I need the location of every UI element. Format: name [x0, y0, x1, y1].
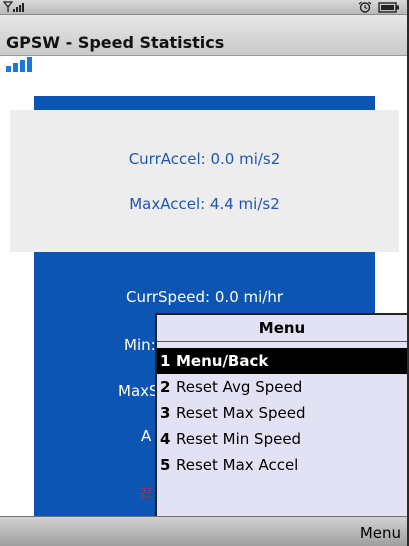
menu-item-label: Reset Avg Speed [176, 378, 303, 396]
gps-signal-bars-icon [6, 57, 32, 72]
accel-panel: CurrAccel: 0.0 mi/s2 MaxAccel: 4.4 mi/s2 [10, 110, 399, 252]
menu-item-number: 3 [160, 404, 171, 422]
max-speed-label: MaxS [118, 382, 159, 400]
menu-title: Menu [157, 315, 407, 342]
battery-icon [378, 2, 399, 13]
menu-item-reset-max-speed[interactable]: 3 Reset Max Speed [157, 400, 407, 426]
menu-item-number: 5 [160, 456, 171, 474]
options-menu: Menu 1 Menu/Back 2 Reset Avg Speed 3 Reset … [155, 313, 407, 516]
menu-item-reset-min-speed[interactable]: 4 Reset Min Speed [157, 426, 407, 452]
status-icons [358, 1, 399, 13]
menu-item-reset-avg-speed[interactable]: 2 Reset Avg Speed [157, 374, 407, 400]
menu-item-label: Reset Min Speed [176, 430, 302, 448]
phone-screen: GPSW - Speed Statistics CurrAccel: 0.0 m… [0, 0, 409, 546]
menu-item-label: Reset Max Speed [176, 404, 306, 422]
menu-item-back[interactable]: 1 Menu/Back [157, 348, 407, 374]
accel-panel-header [34, 96, 375, 110]
menu-item-reset-max-accel[interactable]: 5 Reset Max Accel [157, 452, 407, 478]
signal-strength-icon [3, 1, 24, 12]
curr-accel-label: CurrAccel: 0.0 mi/s2 [128, 150, 281, 168]
title-bar: GPSW - Speed Statistics [0, 15, 407, 56]
menu-item-label: Menu/Back [176, 352, 269, 370]
alarm-clock-icon [358, 1, 372, 13]
exit-icon: ☷ [140, 486, 153, 502]
menu-item-number: 4 [160, 430, 171, 448]
curr-speed-label: CurrSpeed: 0.0 mi/hr [125, 288, 284, 306]
menu-softkey[interactable]: Menu [360, 524, 401, 542]
menu-item-number: 1 [160, 352, 171, 370]
app-title: GPSW - Speed Statistics [6, 33, 225, 52]
menu-item-label: Reset Max Accel [176, 456, 299, 474]
avg-speed-label: A [141, 427, 152, 445]
softkey-bar: Menu [0, 516, 407, 546]
status-bar [0, 0, 407, 15]
max-accel-label: MaxAccel: 4.4 mi/s2 [129, 195, 280, 213]
menu-item-number: 2 [160, 378, 171, 396]
min-speed-label: Min: [124, 336, 156, 354]
menu-list: 1 Menu/Back 2 Reset Avg Speed 3 Reset Max S… [157, 348, 407, 478]
